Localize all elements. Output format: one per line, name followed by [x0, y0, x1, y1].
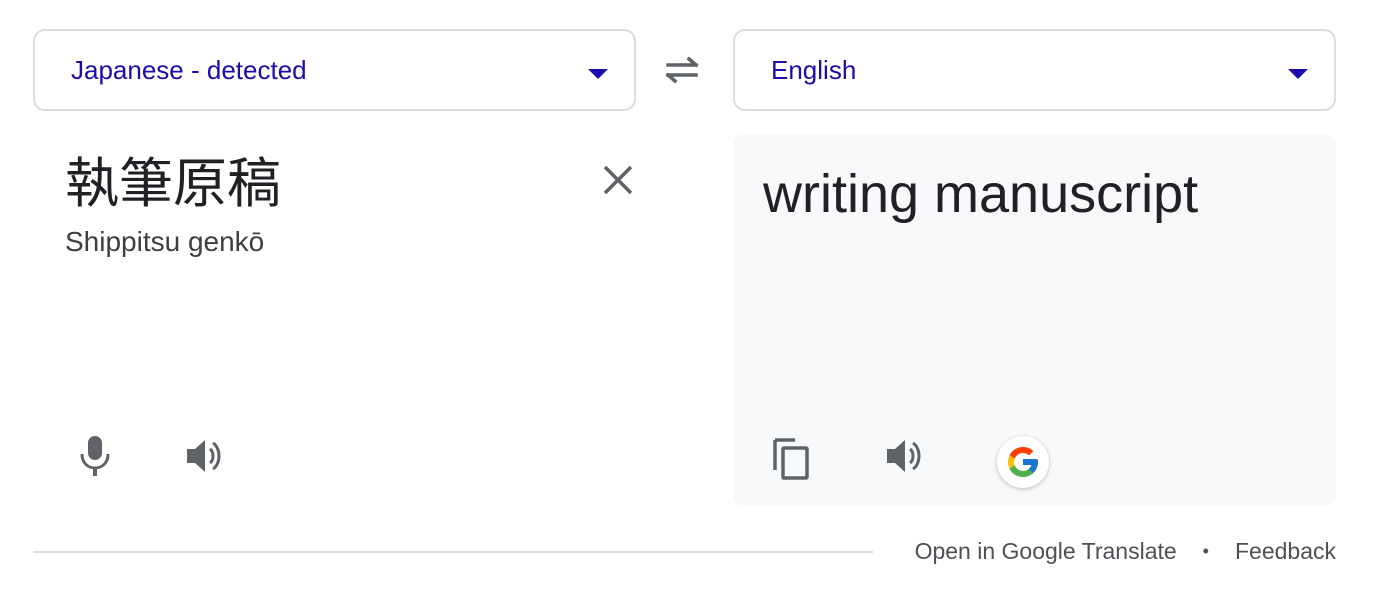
target-language-label: English	[771, 54, 857, 85]
close-icon	[603, 165, 633, 195]
copy-icon	[773, 438, 809, 480]
footer-divider	[33, 551, 873, 553]
copy-translation-button[interactable]	[771, 436, 813, 482]
microphone-button[interactable]	[73, 432, 117, 480]
source-listen-button[interactable]	[183, 434, 229, 478]
clear-source-button[interactable]	[600, 162, 636, 198]
source-romanization: Shippitsu genkō	[65, 226, 265, 257]
open-in-google-translate-link[interactable]: Open in Google Translate	[915, 538, 1177, 565]
source-language-select[interactable]: Japanese - detected	[33, 29, 636, 111]
source-panel: 執筆原稿 Shippitsu genkō	[33, 134, 636, 506]
source-text[interactable]: 執筆原稿	[65, 152, 281, 216]
feedback-link[interactable]: Feedback	[1235, 538, 1336, 565]
google-translate-button[interactable]	[997, 436, 1049, 488]
speaker-icon	[887, 440, 921, 472]
microphone-icon	[80, 436, 110, 476]
chevron-down-icon	[588, 69, 608, 79]
translation-text: writing manuscript	[763, 164, 1199, 224]
translate-widget: Japanese - detected English 執筆原稿 Shippit…	[0, 0, 1374, 600]
footer-separator: •	[1202, 541, 1209, 561]
target-language-select[interactable]: English	[733, 29, 1336, 111]
chevron-down-icon	[1288, 69, 1308, 79]
swap-arrows-icon	[665, 56, 699, 84]
footer-links: Open in Google Translate • Feedback	[915, 538, 1336, 565]
target-panel: writing manuscript	[733, 134, 1336, 506]
source-language-label: Japanese - detected	[71, 54, 307, 85]
target-listen-button[interactable]	[883, 434, 929, 478]
google-logo-icon	[1008, 447, 1038, 477]
speaker-icon	[187, 440, 221, 472]
swap-languages-button[interactable]	[660, 50, 704, 90]
